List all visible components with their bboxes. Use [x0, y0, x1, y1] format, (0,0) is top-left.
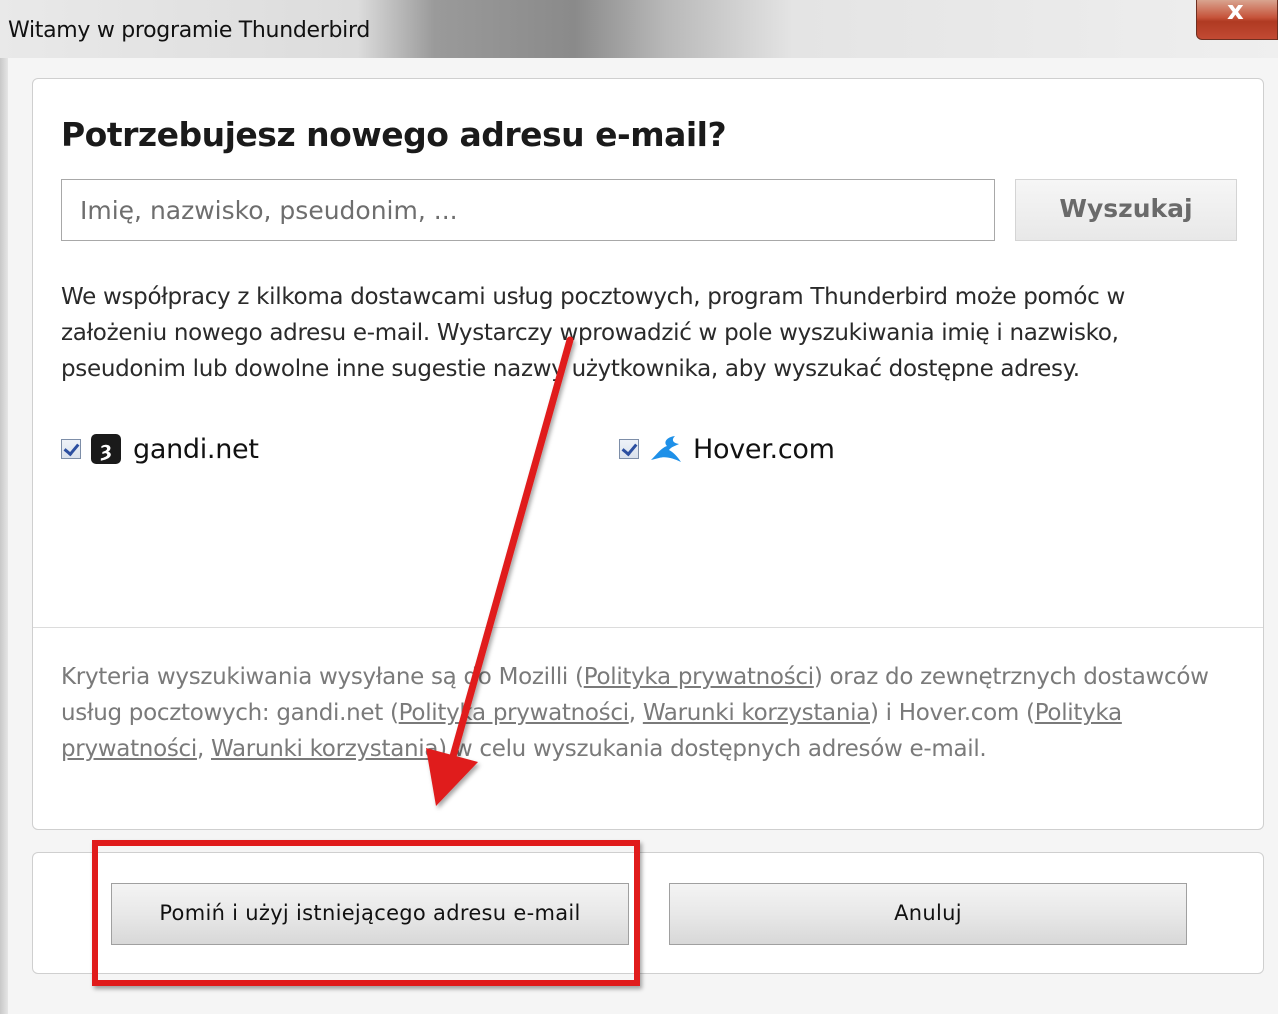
description-text: We współpracy z kilkoma dostawcami usług… [61, 284, 1126, 382]
close-button[interactable]: x [1196, 0, 1278, 40]
annotation-highlight-box [92, 840, 640, 986]
title-bar[interactable]: Witamy w programie Thunderbird x [0, 0, 1278, 58]
privacy-text: ) i Hover.com ( [870, 700, 1035, 726]
provider-gandi-label: gandi.net [133, 433, 259, 465]
privacy-text: Kryteria wyszukiwania wysyłane są do Moz… [61, 664, 584, 690]
privacy-notice: Kryteria wyszukiwania wysyłane są do Moz… [61, 659, 1241, 767]
hover-terms-link[interactable]: Warunki korzystania [211, 736, 438, 762]
page-title: Potrzebujesz nowego adresu e-mail? [61, 115, 727, 154]
search-button[interactable]: Wyszukaj [1015, 179, 1237, 241]
gandi-logo-icon: ȝ [91, 434, 121, 464]
privacy-text: ) w celu wyszukania dostępnych adresów e… [438, 736, 987, 762]
hover-logo-icon [651, 436, 681, 462]
new-email-panel: Potrzebujesz nowego adresu e-mail? Wyszu… [32, 78, 1264, 830]
provider-hover-label: Hover.com [693, 433, 835, 465]
gandi-terms-link[interactable]: Warunki korzystania [643, 700, 870, 726]
close-icon: x [1227, 0, 1244, 26]
cancel-button[interactable]: Anuluj [669, 883, 1187, 945]
gandi-privacy-link[interactable]: Polityka prywatności [399, 700, 629, 726]
window-frame-left [0, 58, 8, 1014]
privacy-text: , [628, 700, 643, 726]
search-input[interactable] [62, 180, 994, 240]
privacy-text: , [196, 736, 211, 762]
thunderbird-welcome-window: Witamy w programie Thunderbird x Potrzeb… [0, 0, 1278, 1014]
provider-hover-checkbox[interactable] [619, 439, 639, 459]
provider-hover[interactable]: Hover.com [619, 431, 835, 467]
provider-gandi-checkbox[interactable] [61, 439, 81, 459]
provider-gandi[interactable]: ȝ gandi.net [61, 431, 259, 467]
search-field[interactable] [61, 179, 995, 241]
divider [33, 627, 1263, 628]
mozilla-privacy-link[interactable]: Polityka prywatności [584, 664, 814, 690]
window-title: Witamy w programie Thunderbird [8, 18, 370, 43]
